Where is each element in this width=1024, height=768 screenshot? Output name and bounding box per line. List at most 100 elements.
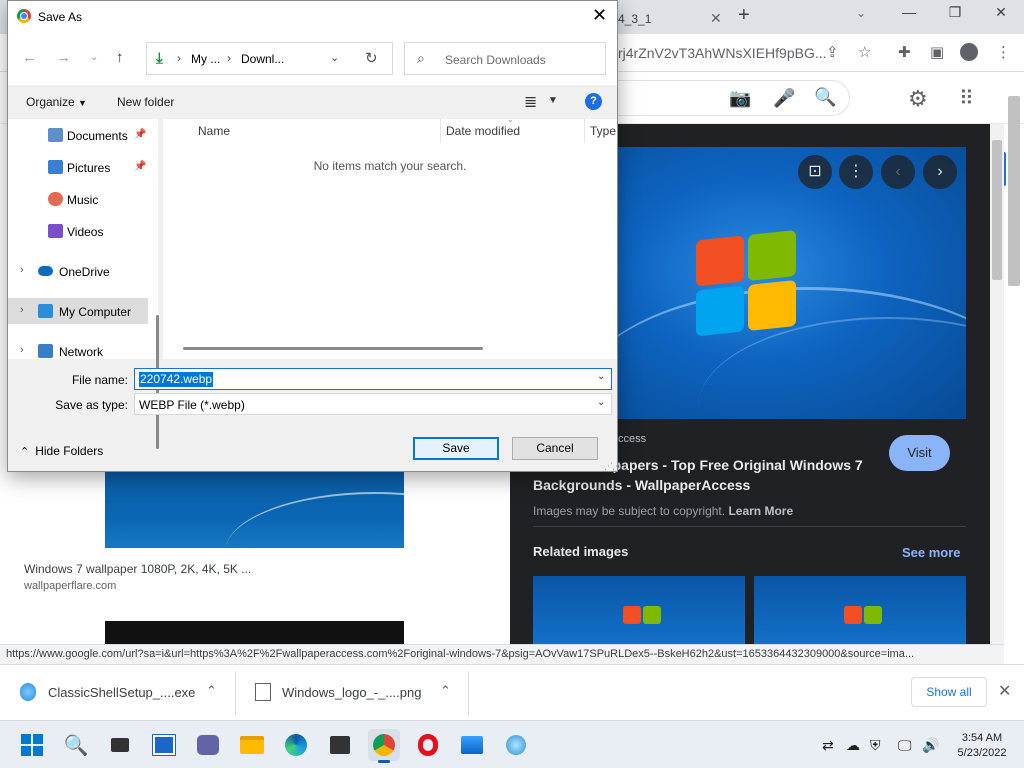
chevron-right-icon[interactable]: › [20, 264, 24, 276]
profile-avatar-icon[interactable] [960, 43, 978, 61]
nav-item-videos[interactable]: Videos [8, 218, 148, 244]
new-folder-button[interactable]: New folder [117, 95, 174, 109]
apps-grid-icon[interactable]: ⠿ [959, 86, 974, 111]
network-icon[interactable]: 🖵 [898, 737, 912, 754]
horizontal-scrollbar[interactable] [183, 347, 483, 350]
classic-shell-taskbar-icon[interactable] [500, 729, 532, 761]
nav-item-music[interactable]: Music [8, 186, 148, 212]
result-thumbnail[interactable] [105, 472, 404, 548]
back-arrow-icon[interactable]: ← [22, 49, 37, 66]
photos-icon[interactable] [456, 729, 488, 761]
preview-image[interactable] [618, 147, 966, 419]
scrollbar-thumb[interactable] [992, 140, 1002, 280]
forward-arrow-icon[interactable]: → [56, 49, 71, 66]
see-more-link[interactable]: See more [902, 545, 961, 560]
minimize-icon[interactable]: — [886, 4, 932, 20]
show-all-button[interactable]: Show all [911, 677, 987, 707]
lens-search-icon[interactable]: ⊡ [798, 155, 832, 189]
preview-source[interactable]: ccess [618, 433, 646, 445]
bookmark-star-icon[interactable]: ☆ [858, 43, 871, 61]
address-bar-url[interactable]: rj4rZnV2vT3AhWNsXIEHf9pBG... [618, 45, 827, 61]
related-image-2[interactable] [754, 576, 966, 644]
chrome-taskbar-icon[interactable] [368, 729, 400, 763]
recent-locations-icon[interactable]: ⌄ [90, 52, 98, 63]
cancel-button[interactable]: Cancel [512, 437, 598, 460]
chevron-up-icon[interactable]: ⌃ [440, 683, 451, 699]
taskbar-search-icon[interactable]: 🔍 [60, 729, 92, 761]
task-view-icon[interactable] [104, 729, 136, 761]
chevron-up-icon[interactable]: ⌃ [206, 683, 217, 699]
opera-icon[interactable] [412, 729, 444, 761]
download-item-1[interactable]: ClassicShellSetup_....exe ⌃ [0, 671, 236, 715]
organize-button[interactable]: Organize ▼ [26, 95, 87, 109]
tray-sync-icon[interactable]: ⇄ [822, 737, 834, 754]
nav-item-documents[interactable]: Documents 📌 [8, 122, 148, 148]
outer-scrollbar-thumb[interactable] [1008, 96, 1020, 286]
breadcrumb-downloads[interactable]: Downl... [241, 52, 284, 66]
column-divider[interactable] [584, 119, 585, 143]
breadcrumb-my[interactable]: My ... [191, 52, 220, 66]
share-icon[interactable]: ⇪ [826, 43, 839, 61]
column-divider[interactable] [440, 119, 441, 143]
learn-more-link[interactable]: Learn More [728, 504, 793, 518]
download-item-2[interactable]: Windows_logo_-_....png ⌃ [237, 671, 469, 715]
save-button[interactable]: Save [413, 437, 499, 460]
caret-down-icon[interactable]: ▼ [548, 95, 558, 106]
widgets-icon[interactable] [148, 729, 180, 761]
start-button[interactable] [16, 729, 48, 761]
pin-icon[interactable]: 📌 [134, 129, 146, 140]
tab-search-icon[interactable]: ⌄ [856, 6, 866, 20]
chevron-down-icon[interactable]: ⌄ [597, 397, 605, 408]
clock[interactable]: 3:54 AM 5/23/2022 [950, 731, 1014, 761]
close-shelf-icon[interactable]: ✕ [998, 681, 1011, 701]
extensions-puzzle-icon[interactable]: ✚ [898, 43, 911, 61]
edge-icon[interactable] [280, 729, 312, 761]
page-scrollbar[interactable] [990, 124, 1004, 644]
file-name-value[interactable]: 220742.webp [139, 372, 214, 387]
settings-gear-icon[interactable]: ⚙ [908, 86, 928, 112]
new-tab-icon[interactable]: + [738, 4, 750, 27]
browser-tab[interactable]: 4_3_1 ✕ [612, 4, 732, 34]
tray-security-icon[interactable]: ⛨ [870, 737, 881, 754]
tray-cloud-icon[interactable]: ☁ [846, 737, 860, 754]
column-name[interactable]: Name [198, 124, 230, 138]
chat-icon[interactable] [192, 729, 224, 761]
search-box-edge[interactable] [600, 80, 850, 116]
next-image-icon[interactable]: › [923, 155, 957, 189]
nav-item-onedrive[interactable]: › OneDrive [8, 258, 148, 284]
help-icon[interactable]: ? [585, 93, 602, 110]
address-bar[interactable]: ⤓ › My ... › Downl... ⌄ ↻ [146, 42, 393, 75]
store-icon[interactable] [324, 729, 356, 761]
window-close-icon[interactable]: ✕ [978, 4, 1024, 21]
nav-item-pictures[interactable]: Pictures 📌 [8, 154, 148, 180]
file-explorer-icon[interactable] [236, 729, 268, 761]
nav-item-network[interactable]: › Network [8, 338, 148, 364]
visit-button[interactable]: Visit [889, 435, 950, 471]
chrome-menu-icon[interactable]: ⋮ [996, 43, 1011, 61]
pin-icon[interactable]: 📌 [134, 161, 146, 172]
dialog-titlebar[interactable]: Save As ✕ [8, 1, 617, 33]
resize-grip-icon[interactable]: ⋰⋰ [604, 461, 621, 472]
view-options-icon[interactable]: ≣ [524, 92, 537, 112]
dialog-close-icon[interactable]: ✕ [592, 5, 607, 26]
camera-search-icon[interactable]: 📷 [729, 88, 751, 109]
save-type-select[interactable]: WEBP File (*.webp) ⌄ [134, 393, 612, 415]
more-options-icon[interactable]: ⋮ [839, 155, 873, 189]
voice-search-icon[interactable]: 🎤 [773, 88, 795, 109]
related-image-1[interactable] [533, 576, 745, 644]
side-panel-icon[interactable]: ▣ [930, 43, 944, 61]
tab-close-icon[interactable]: ✕ [710, 10, 722, 27]
hide-folders-toggle[interactable]: ⌃ Hide Folders [20, 444, 103, 458]
previous-image-icon[interactable]: ‹ [881, 155, 915, 189]
result-title[interactable]: Windows 7 wallpaper 1080P, 2K, 4K, 5K ..… [24, 562, 251, 576]
chevron-right-icon[interactable]: › [20, 304, 24, 316]
search-icon[interactable]: 🔍 [814, 87, 836, 108]
column-type[interactable]: Type [590, 124, 616, 138]
up-arrow-icon[interactable]: ↑ [116, 49, 124, 66]
restore-icon[interactable]: ❐ [932, 4, 978, 21]
volume-icon[interactable]: 🔊 [922, 737, 939, 754]
column-date-modified[interactable]: Date modified [446, 124, 520, 138]
refresh-icon[interactable]: ↻ [365, 49, 378, 67]
search-downloads-input[interactable]: ⌕ Search Downloads [404, 42, 606, 75]
chevron-down-icon[interactable]: ⌄ [597, 371, 605, 382]
